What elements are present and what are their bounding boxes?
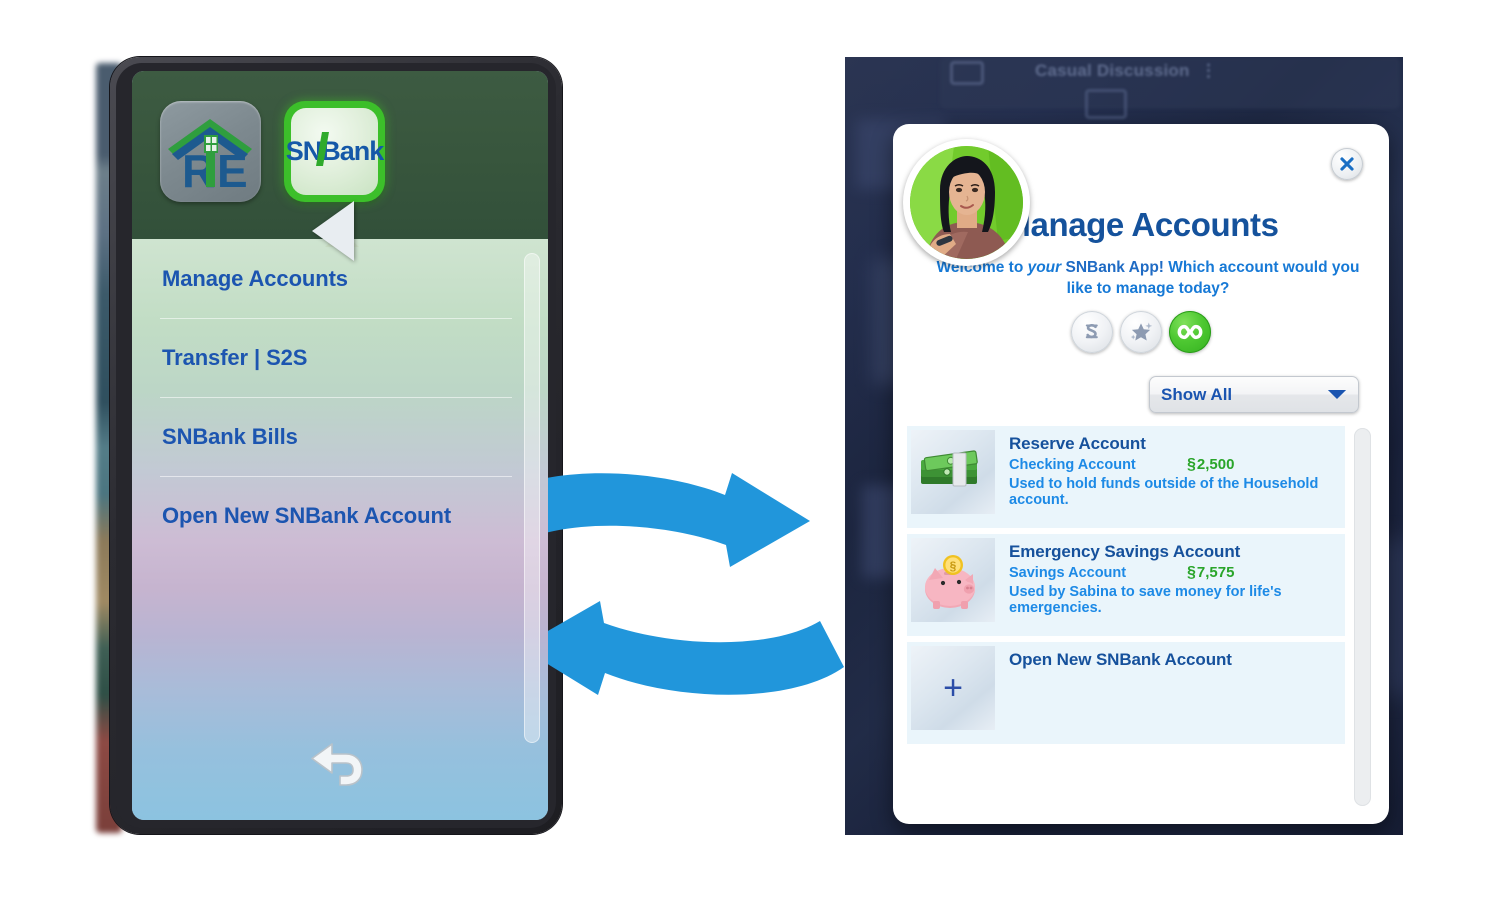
menu-item-open-new-snbank-account[interactable]: Open New SNBank Account bbox=[132, 476, 548, 555]
app-icon-snbank[interactable]: SNBank bbox=[284, 101, 385, 202]
account-row-reserve[interactable]: Reserve Account Checking Account §2,500 … bbox=[907, 426, 1345, 528]
menu-item-transfer-s2s[interactable]: Transfer | S2S bbox=[132, 318, 548, 397]
phone-menu-list: Manage Accounts Transfer | S2S SNBank Bi… bbox=[132, 239, 548, 555]
account-description: Used to hold funds outside of the Househ… bbox=[1009, 476, 1319, 508]
account-name: Emergency Savings Account bbox=[1009, 542, 1241, 561]
account-amount: §2,500 bbox=[1187, 456, 1234, 474]
filter-chip-star[interactable] bbox=[1120, 311, 1162, 353]
account-name: Open New SNBank Account bbox=[1009, 650, 1232, 669]
back-arrow-icon bbox=[311, 743, 363, 786]
menu-item-label: Open New SNBank Account bbox=[162, 502, 452, 528]
chevron-down-icon bbox=[1327, 389, 1347, 400]
svg-text:E: E bbox=[217, 145, 248, 197]
account-meta: Checking Account §2,500 bbox=[1009, 456, 1345, 474]
account-amount-value: 2,500 bbox=[1196, 456, 1235, 473]
account-name: Reserve Account bbox=[1009, 434, 1146, 453]
avatar-image bbox=[910, 146, 1023, 259]
phone-back-button[interactable] bbox=[306, 738, 374, 790]
phone-menu-scrollbar[interactable] bbox=[524, 253, 540, 743]
phone-body: R E SNBank Manage Accounts Transfer | S2… bbox=[110, 57, 562, 834]
simoleon-symbol: § bbox=[1187, 456, 1196, 473]
snbank-icon-face: SNBank bbox=[286, 108, 384, 195]
account-row-emergency-savings[interactable]: § Emergency Savings Account Savings Acco… bbox=[907, 534, 1345, 636]
close-icon bbox=[1340, 157, 1354, 171]
subtitle-bold: SNBank App! bbox=[1061, 259, 1164, 276]
simoleon-symbol: § bbox=[1187, 564, 1196, 581]
close-button[interactable] bbox=[1331, 148, 1363, 180]
plus-glyph: + bbox=[943, 669, 963, 707]
background-topbar-label: Casual Discussion bbox=[1035, 61, 1190, 80]
account-details: Open New SNBank Account bbox=[995, 646, 1232, 740]
arrow-left-icon bbox=[520, 601, 844, 695]
back-triangle-overlay-icon[interactable] bbox=[312, 201, 354, 261]
menu-item-label: Transfer | S2S bbox=[162, 344, 308, 370]
account-filter-chips bbox=[893, 311, 1389, 353]
piggy-bank-icon: § bbox=[911, 538, 995, 622]
account-description: Used by Sabina to save money for life's … bbox=[1009, 584, 1282, 616]
filter-chip-infinity[interactable] bbox=[1169, 311, 1211, 353]
snbank-wordmark-ank: ank bbox=[339, 136, 385, 166]
star-sparkle-icon bbox=[1130, 322, 1153, 341]
accounts-list-scrollbar[interactable] bbox=[1354, 428, 1371, 806]
infinity-icon bbox=[1177, 324, 1203, 340]
avatar bbox=[903, 139, 1030, 266]
game-screenshot: Casual Discussion ⋮ Manage Accounts Welc… bbox=[845, 57, 1403, 835]
svg-text:§: § bbox=[950, 559, 957, 573]
account-type: Savings Account bbox=[1009, 565, 1127, 581]
show-all-dropdown[interactable]: Show All bbox=[1149, 376, 1359, 413]
dropdown-value: Show All bbox=[1161, 384, 1233, 404]
account-type: Checking Account bbox=[1009, 457, 1136, 473]
accounts-list: Reserve Account Checking Account §2,500 … bbox=[907, 426, 1345, 812]
account-details: Reserve Account Checking Account §2,500 … bbox=[995, 430, 1345, 524]
manage-accounts-dialog: Manage Accounts Welcome to your SNBank A… bbox=[893, 124, 1389, 824]
background-overflow-menu-icon: ⋮ bbox=[1200, 61, 1217, 80]
account-amount-value: 7,575 bbox=[1196, 564, 1235, 581]
phone-screen: R E SNBank Manage Accounts Transfer | S2… bbox=[132, 71, 548, 820]
money-stack-icon bbox=[911, 430, 995, 514]
account-amount: §7,575 bbox=[1187, 564, 1234, 582]
phone-menu-area: Manage Accounts Transfer | S2S SNBank Bi… bbox=[132, 239, 548, 820]
phone-device: R E SNBank Manage Accounts Transfer | S2… bbox=[96, 57, 562, 834]
background-icon bbox=[950, 61, 984, 85]
background-icon bbox=[1085, 89, 1127, 119]
account-details: Emergency Savings Account Savings Accoun… bbox=[995, 538, 1345, 632]
simoleon-icon bbox=[1085, 323, 1098, 339]
account-meta: Savings Account §7,575 bbox=[1009, 564, 1345, 582]
menu-item-label: SNBank Bills bbox=[162, 423, 298, 449]
plus-icon: + bbox=[911, 646, 995, 730]
filter-chip-simoleon[interactable] bbox=[1071, 311, 1113, 353]
snbank-wordmark: SNBank bbox=[286, 132, 385, 167]
accounts-list-panel: Reserve Account Checking Account §2,500 … bbox=[907, 426, 1375, 812]
menu-item-snbank-bills[interactable]: SNBank Bills bbox=[132, 397, 548, 476]
app-icon-real-estate[interactable]: R E bbox=[160, 101, 261, 202]
dialog-subtitle: Welcome to your SNBank App! Which accoun… bbox=[935, 258, 1361, 300]
real-estate-house-icon: R E bbox=[168, 119, 252, 197]
account-row-open-new[interactable]: + Open New SNBank Account bbox=[907, 642, 1345, 744]
menu-item-label: Manage Accounts bbox=[162, 265, 348, 291]
subtitle-italic: your bbox=[1027, 259, 1062, 276]
